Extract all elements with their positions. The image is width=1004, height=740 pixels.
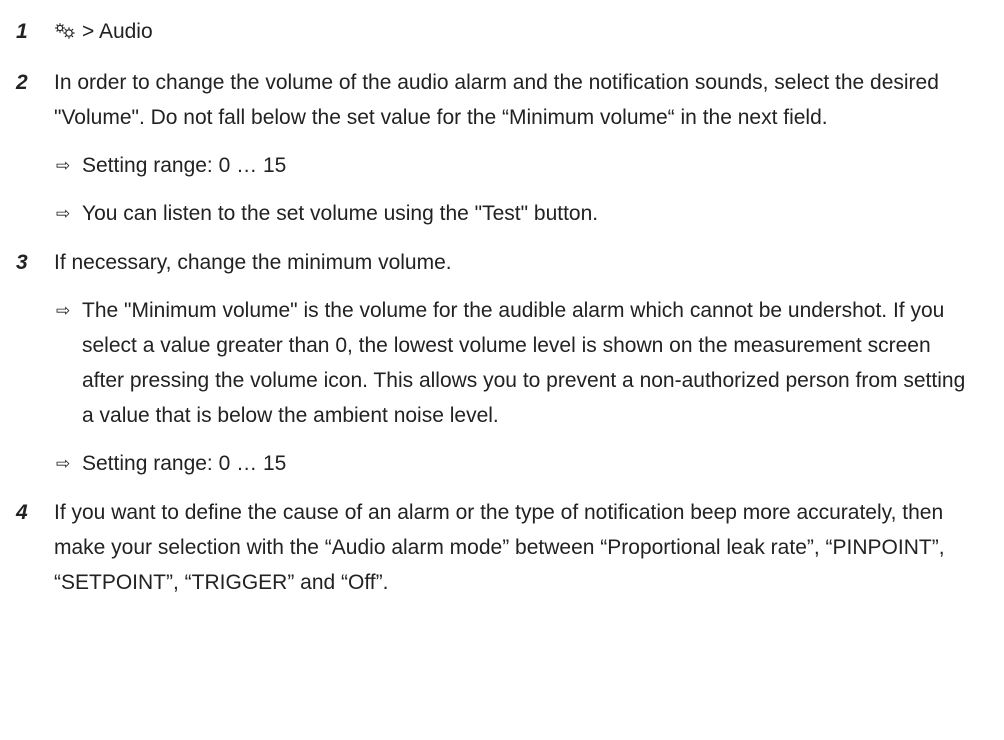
step-1: 1 > Audio [12,14,974,51]
result-text: The "Minimum volume" is the volume for t… [82,299,966,427]
result-text: Setting range: 0 … 15 [82,154,287,177]
result-item: ⇨ Setting range: 0 … 15 [54,446,974,481]
step-2: 2 In order to change the volume of the a… [12,65,974,231]
instruction-document: 1 > Audio 2 In order to change the volum… [0,0,1004,600]
step-body: In order to change the volume of the aud… [54,65,974,231]
result-item: ⇨ You can listen to the set volume using… [54,196,974,231]
result-arrow-icon: ⇨ [56,301,71,320]
step-text: If you want to define the cause of an al… [54,501,945,594]
result-item: ⇨ Setting range: 0 … 15 [54,148,974,183]
step-number: 2 [16,71,28,94]
result-arrow-icon: ⇨ [56,204,71,223]
result-list: ⇨ The "Minimum volume" is the volume for… [54,293,974,481]
step-number: 1 [16,20,28,43]
settings-gears-icon [54,16,76,51]
result-arrow-icon: ⇨ [56,156,71,175]
step-4: 4 If you want to define the cause of an … [12,495,974,600]
result-arrow-icon: ⇨ [56,454,71,473]
step-text: In order to change the volume of the aud… [54,71,939,129]
result-text: Setting range: 0 … 15 [82,452,287,475]
result-item: ⇨ The "Minimum volume" is the volume for… [54,293,974,433]
result-text: You can listen to the set volume using t… [82,202,599,225]
step-text: > Audio [54,14,974,51]
breadcrumb-audio: > Audio [82,20,153,43]
step-body: If you want to define the cause of an al… [54,495,974,600]
step-number: 3 [16,251,28,274]
step-body: If necessary, change the minimum volume.… [54,245,974,481]
step-body: > Audio [54,14,974,51]
step-number: 4 [16,501,28,524]
step-3: 3 If necessary, change the minimum volum… [12,245,974,481]
step-text: If necessary, change the minimum volume. [54,251,452,274]
result-list: ⇨ Setting range: 0 … 15 ⇨ You can listen… [54,148,974,231]
